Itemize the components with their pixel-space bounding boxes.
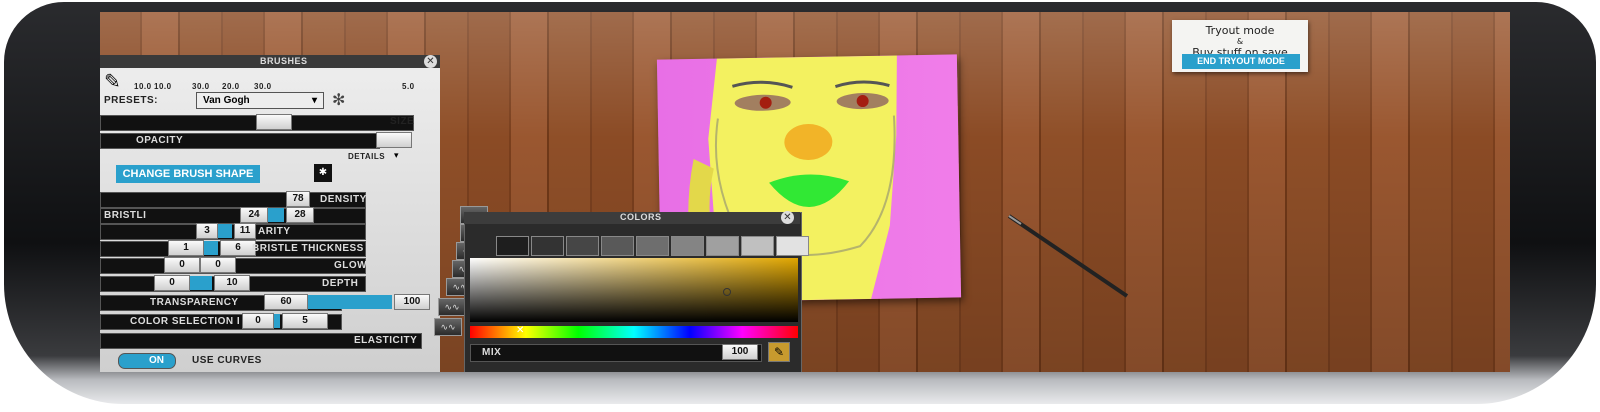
regularity-range xyxy=(218,224,232,238)
color-selection-value-b[interactable]: 5 xyxy=(282,313,328,329)
brushes-title: BRUSHES xyxy=(260,56,308,66)
chevron-down-icon: ▾ xyxy=(311,95,317,106)
transparency-value-b[interactable]: 100 xyxy=(394,294,430,310)
color-picker-cursor-icon[interactable] xyxy=(723,288,731,296)
glow-label: GLOW xyxy=(334,260,368,271)
wave-icon-6[interactable]: ∿∿ xyxy=(438,298,466,316)
hue-slider-thumb-icon[interactable]: ✕ xyxy=(516,325,524,337)
use-curves-label: USE CURVES xyxy=(192,355,262,366)
bristle-range xyxy=(268,208,284,222)
details-chevron-icon: ▾ xyxy=(394,150,399,160)
eyedropper-icon[interactable]: ✎ xyxy=(768,342,790,362)
bristle-thickness-value-a[interactable]: 1 xyxy=(168,240,204,256)
regularity-label: ARITY xyxy=(258,226,291,237)
brush-shape-preview-icon[interactable]: ✱ xyxy=(314,164,332,182)
change-brush-shape-button[interactable]: CHANGE BRUSH SHAPE xyxy=(116,165,260,183)
bristle-thickness-value-b[interactable]: 6 xyxy=(220,240,256,256)
transparency-range xyxy=(308,295,392,309)
brush-size-extra[interactable]: 5.0 xyxy=(402,82,415,91)
brush-size-5[interactable]: 30.0 xyxy=(254,82,272,91)
details-label[interactable]: DETAILS xyxy=(348,152,385,161)
mix-slider[interactable] xyxy=(470,344,762,362)
swatch-3[interactable] xyxy=(566,236,599,256)
bristle-value-b[interactable]: 28 xyxy=(286,207,314,223)
size-slider-thumb[interactable] xyxy=(256,114,292,130)
glow-value-a[interactable]: 0 xyxy=(164,257,200,273)
mix-value[interactable]: 100 xyxy=(722,344,758,360)
mix-label: MIX xyxy=(482,347,502,358)
brush-size-4[interactable]: 20.0 xyxy=(222,82,240,91)
brush-tool-icon[interactable]: ✎ xyxy=(104,69,121,94)
use-curves-toggle[interactable]: ON xyxy=(118,353,176,369)
hue-slider[interactable]: ✕ xyxy=(470,325,798,338)
end-tryout-button[interactable]: END TRYOUT MODE xyxy=(1182,54,1300,69)
color-selection-value-a[interactable]: 0 xyxy=(242,313,274,329)
swatch-6[interactable] xyxy=(671,236,704,256)
swatch-1[interactable] xyxy=(496,236,529,256)
glow-value-b[interactable]: 0 xyxy=(200,257,236,273)
elasticity-label: ELASTICITY xyxy=(354,335,418,346)
density-value[interactable]: 78 xyxy=(286,191,310,207)
presets-label: PRESETS: xyxy=(104,95,159,106)
regularity-value-b[interactable]: 11 xyxy=(234,223,256,239)
transparency-value-a[interactable]: 60 xyxy=(264,294,308,310)
depth-value-b[interactable]: 10 xyxy=(214,275,250,291)
swatch-2[interactable] xyxy=(531,236,564,256)
colors-close-icon[interactable]: ✕ xyxy=(781,211,794,224)
brush-size-2[interactable]: 10.0 xyxy=(154,82,172,91)
swatch-7[interactable] xyxy=(706,236,739,256)
opacity-label: OPACITY xyxy=(136,135,184,146)
presets-select[interactable]: Van Gogh ▾ xyxy=(196,92,324,109)
presets-value: Van Gogh xyxy=(203,95,250,106)
color-selection-range xyxy=(274,314,280,328)
regularity-value-a[interactable]: 3 xyxy=(196,223,218,239)
swatch-4[interactable] xyxy=(601,236,634,256)
depth-value-a[interactable]: 0 xyxy=(154,275,190,291)
size-label: SIZE xyxy=(390,116,415,127)
toggle-label: ON xyxy=(149,355,164,366)
brush-size-1[interactable]: 10.0 xyxy=(134,82,152,91)
brushes-close-icon[interactable]: ✕ xyxy=(424,55,437,68)
color-field[interactable] xyxy=(470,258,798,322)
colors-title: COLORS xyxy=(620,212,662,222)
settings-icon[interactable]: ✻ xyxy=(332,90,345,110)
bristle-thickness-label: BRISTLE THICKNESS xyxy=(252,243,364,254)
tablet-frame: Tryout mode & Buy stuff on save END TRYO… xyxy=(4,2,1596,404)
swatch-5[interactable] xyxy=(636,236,669,256)
app-screen: Tryout mode & Buy stuff on save END TRYO… xyxy=(100,12,1510,372)
depth-range xyxy=(190,276,212,290)
color-selection-label: COLOR SELECTION I xyxy=(130,316,241,327)
density-label: DENSITY xyxy=(320,194,367,205)
tryout-line2: & xyxy=(1236,37,1244,46)
bristle-label: BRISTLI xyxy=(104,210,147,221)
transparency-label: TRANSPARENCY xyxy=(150,297,239,308)
swatch-9[interactable] xyxy=(776,236,809,256)
wave-icon-7[interactable]: ∿∿ xyxy=(434,318,462,336)
bristle-thickness-range xyxy=(204,241,218,255)
brush-size-3[interactable]: 30.0 xyxy=(192,82,210,91)
swatch-8[interactable] xyxy=(741,236,774,256)
paintbrush-icon xyxy=(1007,214,1129,298)
depth-label: DEPTH xyxy=(322,278,359,289)
opacity-slider-thumb[interactable] xyxy=(376,132,412,148)
bristle-value-a[interactable]: 24 xyxy=(240,207,268,223)
tryout-line1: Tryout mode xyxy=(1205,24,1275,37)
regularity-slider[interactable] xyxy=(100,224,366,240)
